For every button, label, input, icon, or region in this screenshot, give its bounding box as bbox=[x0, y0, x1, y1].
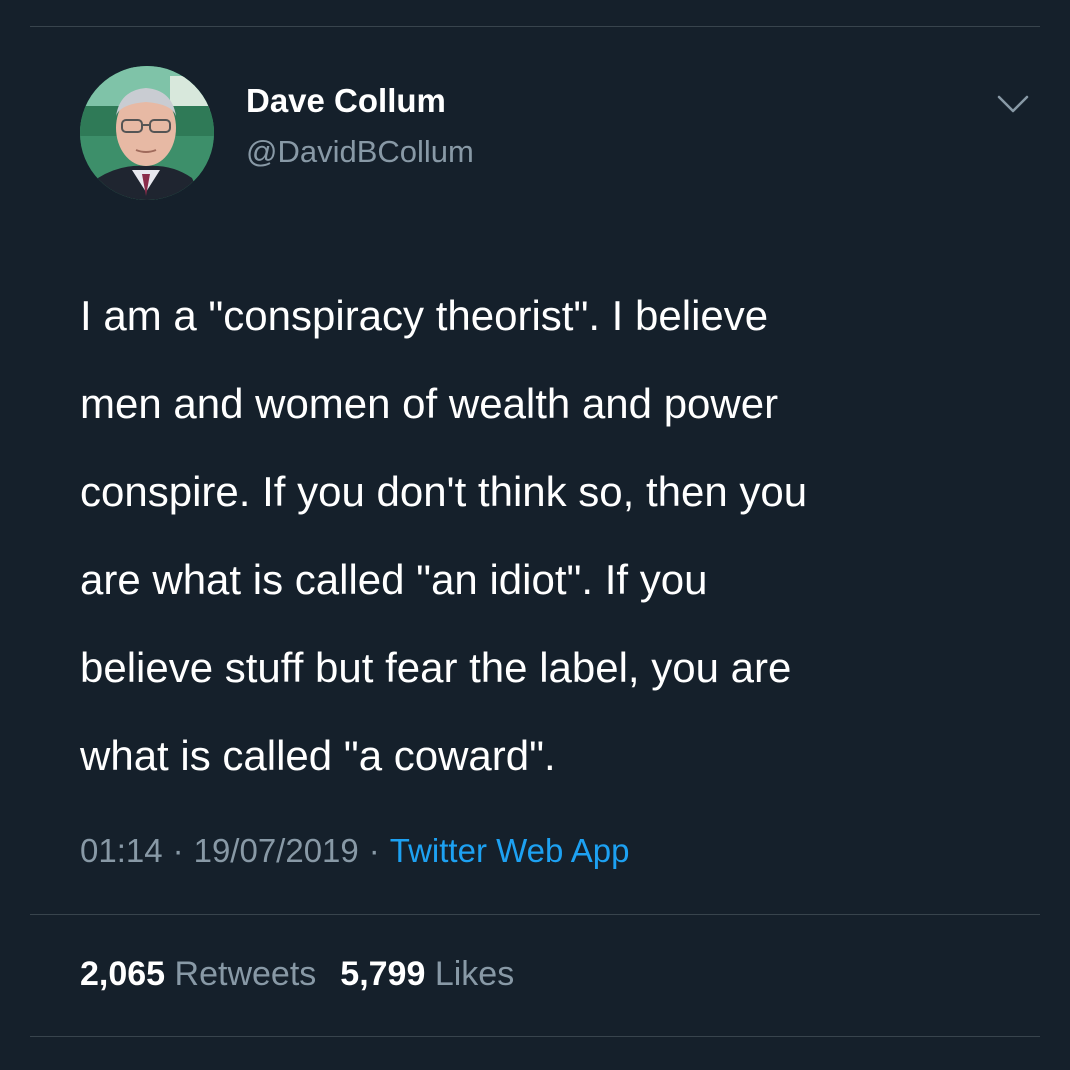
tweet-source-link[interactable]: Twitter Web App bbox=[390, 832, 630, 869]
tweet-text: I am a "conspiracy theorist". I believe … bbox=[80, 272, 1040, 800]
top-divider bbox=[30, 26, 1040, 27]
tweet-time[interactable]: 01:14 bbox=[80, 832, 163, 869]
likes-stat[interactable]: 5,799 Likes bbox=[340, 955, 514, 993]
tweet-date[interactable]: 19/07/2019 bbox=[194, 832, 359, 869]
stats-top-divider bbox=[30, 914, 1040, 915]
retweets-stat[interactable]: 2,065 Retweets bbox=[80, 955, 316, 993]
tweet-line: men and women of wealth and power bbox=[80, 380, 779, 427]
avatar[interactable] bbox=[80, 66, 214, 200]
tweet-stats: 2,065 Retweets 5,799 Likes bbox=[80, 955, 514, 994]
chevron-down-icon[interactable] bbox=[996, 93, 1030, 115]
display-name[interactable]: Dave Collum bbox=[246, 82, 446, 120]
profile-photo bbox=[80, 66, 214, 200]
tweet-meta: 01:14 · 19/07/2019 · Twitter Web App bbox=[80, 832, 629, 870]
likes-count: 5,799 bbox=[340, 955, 426, 993]
stats-bottom-divider bbox=[30, 1036, 1040, 1037]
meta-separator: · bbox=[172, 832, 184, 869]
tweet-line: what is called "a coward". bbox=[80, 732, 556, 779]
user-handle[interactable]: @DavidBCollum bbox=[246, 134, 474, 170]
retweets-count: 2,065 bbox=[80, 955, 166, 993]
tweet-line: conspire. If you don't think so, then yo… bbox=[80, 468, 808, 515]
meta-separator: · bbox=[368, 832, 380, 869]
tweet-line: believe stuff but fear the label, you ar… bbox=[80, 644, 792, 691]
likes-label: Likes bbox=[434, 955, 515, 993]
retweets-label: Retweets bbox=[174, 955, 317, 993]
tweet-line: are what is called "an idiot". If you bbox=[80, 556, 708, 603]
tweet-line: I am a "conspiracy theorist". I believe bbox=[80, 292, 769, 339]
